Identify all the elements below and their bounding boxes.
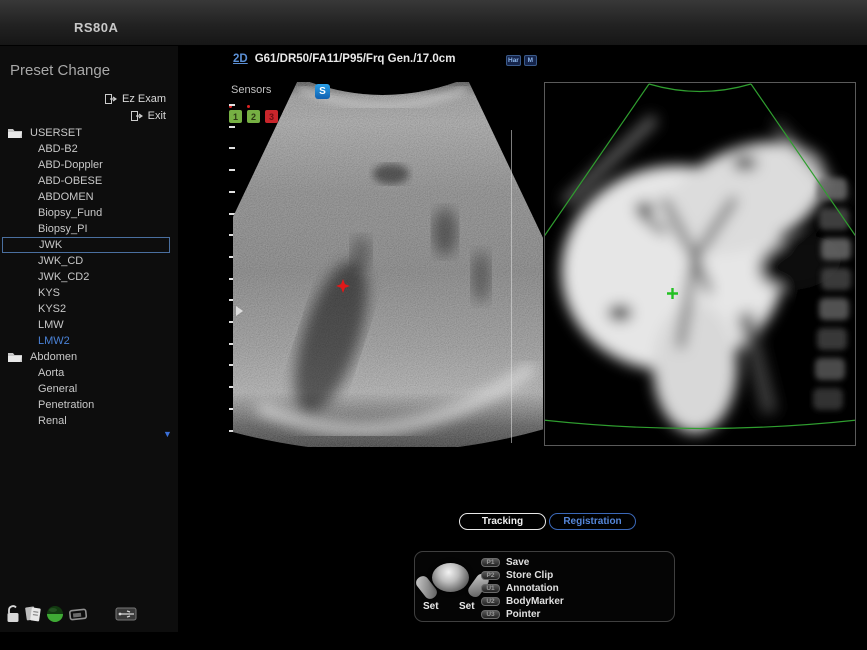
preset-label: USERSET xyxy=(30,127,82,139)
sidebar-links: Ez Exam Exit xyxy=(0,90,166,124)
preset-label: ABDOMEN xyxy=(38,191,94,203)
preset-tree: USERSET ABD-B2 ABD-Doppler ABD-OBESE ABDOMEN… xyxy=(0,125,178,429)
exit-link[interactable]: Exit xyxy=(0,107,166,124)
key-u1-button[interactable]: U1 xyxy=(481,584,500,593)
exit-arrow-icon xyxy=(105,94,117,104)
title-bar: RS80A xyxy=(0,0,867,46)
preset-label: JWK xyxy=(39,239,62,251)
preset-label: Aorta xyxy=(38,367,64,379)
preset-folder-abdomen[interactable]: Abdomen xyxy=(0,349,178,365)
image-parameter-bar: 2D G61/DR50/FA11/P95/Frq Gen./17.0cm xyxy=(233,53,455,68)
printer-icon xyxy=(68,604,90,624)
tgc-curve-line xyxy=(511,130,512,443)
preset-item-kys2[interactable]: KYS2 xyxy=(0,301,178,317)
preset-label: LMW2 xyxy=(38,335,70,347)
control-panel-hint: Set Set P1SaveP2Store ClipU1AnnotationU2… xyxy=(414,551,675,622)
preset-label: Biopsy_PI xyxy=(38,223,88,235)
key-p2-button[interactable]: P2 xyxy=(481,571,500,580)
badge-har-icon: Har xyxy=(506,55,521,66)
documents-icon xyxy=(24,604,42,624)
usb-icon xyxy=(115,606,137,622)
set-right-label: Set xyxy=(459,601,475,612)
preset-label: ABD-OBESE xyxy=(38,175,102,187)
header-badges: HarM xyxy=(503,55,537,66)
preset-sidebar: Preset Change Ez Exam Exit USERSET ABD-B2… xyxy=(0,46,178,632)
ultrasound-fan xyxy=(233,82,543,447)
preset-item-abd-b2[interactable]: ABD-B2 xyxy=(0,141,178,157)
mode-2d-link[interactable]: 2D xyxy=(233,53,248,65)
key-u2-label: BodyMarker xyxy=(506,596,564,607)
mri-fusion-image[interactable] xyxy=(544,82,856,446)
fusion-mode-buttons: Tracking Registration xyxy=(459,513,636,530)
preset-item-lmw[interactable]: LMW xyxy=(0,317,178,333)
exit-label: Exit xyxy=(148,110,166,122)
preset-item-abdomen[interactable]: ABDOMEN xyxy=(0,189,178,205)
preset-label: LMW xyxy=(38,319,64,331)
trackball[interactable] xyxy=(432,563,469,592)
softkey-row: U3 Pointer xyxy=(481,608,564,621)
system-title: RS80A xyxy=(74,20,118,35)
ez-exam-label: Ez Exam xyxy=(122,93,166,105)
softkey-row: U1 Annotation xyxy=(481,582,564,595)
preset-item-jwk_cd2[interactable]: JWK_CD2 xyxy=(0,269,178,285)
ultrasound-image[interactable] xyxy=(233,82,543,447)
preset-item-lmw2[interactable]: LMW2 xyxy=(0,333,178,349)
image-parameters: G61/DR50/FA11/P95/Frq Gen./17.0cm xyxy=(255,53,456,65)
folder-icon xyxy=(7,351,23,363)
preset-label: KYS xyxy=(38,287,60,299)
registration-button[interactable]: Registration xyxy=(549,513,636,530)
preset-label: Biopsy_Fund xyxy=(38,207,102,219)
preset-label: KYS2 xyxy=(38,303,66,315)
preset-item-abd-obese[interactable]: ABD-OBESE xyxy=(0,173,178,189)
softkey-row: P1 Save xyxy=(481,556,564,569)
preset-item-penetration[interactable]: Penetration xyxy=(0,397,178,413)
scroll-down-indicator[interactable]: ▼ xyxy=(163,429,172,439)
preset-item-jwk_cd[interactable]: JWK_CD xyxy=(0,253,178,269)
key-p1-button[interactable]: P1 xyxy=(481,558,500,567)
preset-label: JWK_CD xyxy=(38,255,83,267)
preset-item-abd-doppler[interactable]: ABD-Doppler xyxy=(0,157,178,173)
key-u1-label: Annotation xyxy=(506,583,559,594)
softkey-row: U2 BodyMarker xyxy=(481,595,564,608)
unlock-icon xyxy=(5,604,21,624)
softkey-row: P2 Store Clip xyxy=(481,569,564,582)
preset-label: Renal xyxy=(38,415,67,427)
softkey-list: P1 Save P2 Store Clip U1 Annotation U2 BodyMark… xyxy=(481,556,564,621)
focus-marker[interactable] xyxy=(236,306,243,316)
status-icon-bar xyxy=(5,604,140,624)
preset-item-biopsy_pi[interactable]: Biopsy_PI xyxy=(0,221,178,237)
key-u3-label: Pointer xyxy=(506,609,540,620)
key-p1-label: Save xyxy=(506,557,529,568)
preset-item-aorta[interactable]: Aorta xyxy=(0,365,178,381)
preset-label: Penetration xyxy=(38,399,94,411)
preset-label: ABD-B2 xyxy=(38,143,78,155)
target-marker-red xyxy=(336,279,350,293)
preset-item-biopsy_fund[interactable]: Biopsy_Fund xyxy=(0,205,178,221)
badge-m-icon: M xyxy=(524,55,537,66)
preset-item-renal[interactable]: Renal xyxy=(0,413,178,429)
page-title: Preset Change xyxy=(10,62,110,79)
key-u2-button[interactable]: U2 xyxy=(481,597,500,606)
preset-label: JWK_CD2 xyxy=(38,271,89,283)
preset-folder-userset[interactable]: USERSET xyxy=(0,125,178,141)
set-left-label: Set xyxy=(423,601,439,612)
preset-label: Abdomen xyxy=(30,351,77,363)
preset-label: ABD-Doppler xyxy=(38,159,103,171)
probe-orientation-badge: S xyxy=(315,84,330,99)
preset-item-general[interactable]: General xyxy=(0,381,178,397)
preset-item-jwk[interactable]: JWK xyxy=(2,237,170,253)
tracking-button[interactable]: Tracking xyxy=(459,513,546,530)
target-marker-green xyxy=(666,287,679,300)
preset-item-kys[interactable]: KYS xyxy=(0,285,178,301)
exit-arrow-icon xyxy=(131,111,143,121)
mri-render xyxy=(545,83,855,445)
rs80a-screen: RS80A Preset Change Ez Exam Exit USERSET… xyxy=(0,0,867,650)
ez-exam-link[interactable]: Ez Exam xyxy=(0,90,166,107)
key-p2-label: Store Clip xyxy=(506,570,553,581)
key-u3-button[interactable]: U3 xyxy=(481,610,500,619)
folder-icon xyxy=(7,127,23,139)
status-green-icon xyxy=(45,604,65,624)
preset-label: General xyxy=(38,383,77,395)
